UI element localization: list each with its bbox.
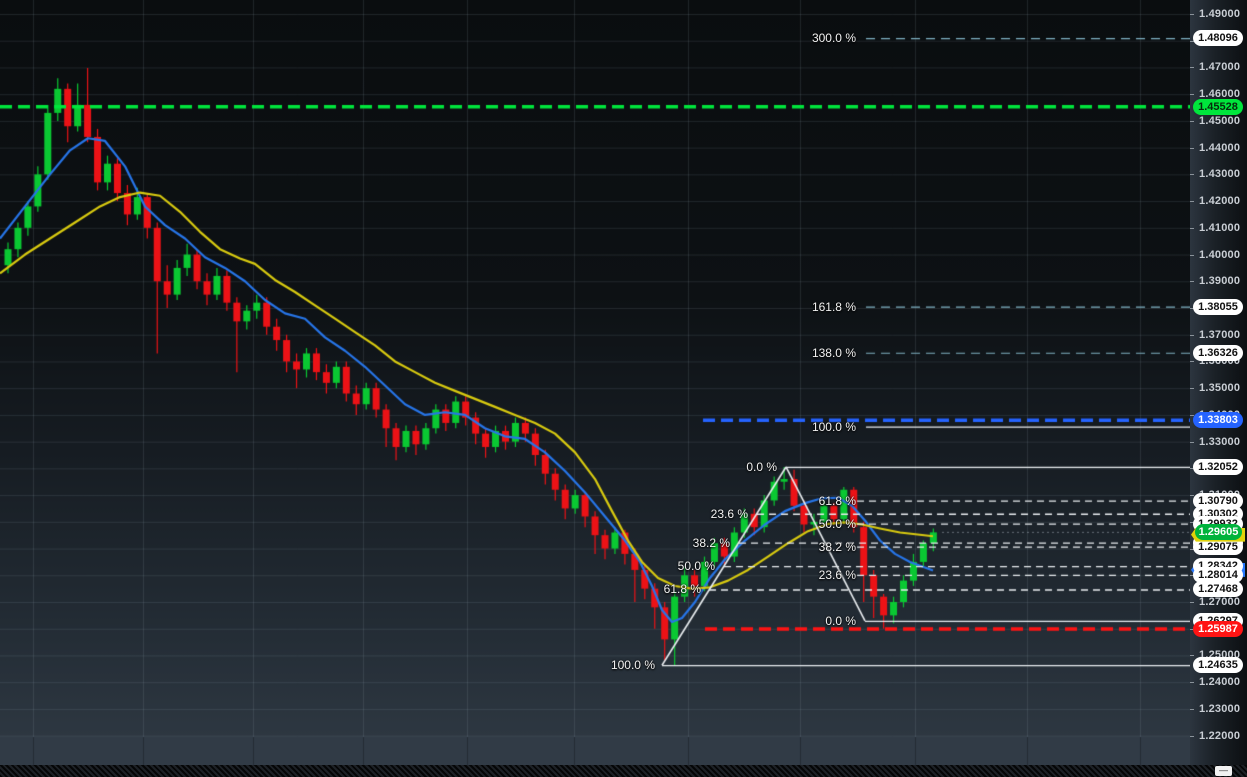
fib-price-badge: 1.32052 bbox=[1193, 458, 1243, 475]
fib-price-badge: 1.28014 bbox=[1193, 566, 1243, 583]
alert-price-badge[interactable]: 1.45528 bbox=[1193, 98, 1243, 115]
price-tick-label: 1.47000 bbox=[1199, 61, 1241, 74]
fib-price-badge: 1.36326 bbox=[1193, 344, 1243, 361]
price-tick-label: 1.33000 bbox=[1199, 435, 1241, 448]
fib-price-badge: 1.38055 bbox=[1193, 298, 1243, 315]
current-price-badge: 1.29605 bbox=[1195, 523, 1242, 540]
candlestick-chart-canvas[interactable] bbox=[0, 0, 1190, 777]
price-tick-label: 1.22000 bbox=[1199, 729, 1241, 742]
fib-level-label: 61.8 % bbox=[663, 582, 701, 597]
fib-level-label: 0.0 % bbox=[746, 459, 777, 474]
price-tick-label: 1.41000 bbox=[1199, 221, 1241, 234]
alert-price-badge[interactable]: 1.33803 bbox=[1193, 412, 1243, 429]
fib-level-label: 23.6 % bbox=[710, 506, 748, 521]
price-tick-mark bbox=[1190, 601, 1194, 603]
price-tick-mark bbox=[1190, 14, 1194, 15]
price-tick-mark bbox=[1190, 201, 1194, 203]
price-tick-label: 1.49000 bbox=[1199, 8, 1241, 20]
fib-level-label: 100.0 % bbox=[811, 419, 856, 434]
alert-price-badge[interactable]: 1.25987 bbox=[1193, 621, 1243, 638]
price-tick-label: 1.27000 bbox=[1199, 595, 1241, 608]
price-axis[interactable]: 1.490001.480001.470001.460001.450001.440… bbox=[1190, 0, 1247, 777]
trading-chart-window: 0.0 % 23.6 % 38.2 % 50.0 % 61.8 % 100.0 % 300.… bbox=[0, 0, 1247, 777]
fib-level-label: 0.0 % bbox=[825, 613, 856, 628]
collapse-axis-button[interactable]: — bbox=[1215, 766, 1232, 776]
fib-level-label: 61.8 % bbox=[818, 493, 856, 508]
fib-level-label: 38.2 % bbox=[818, 539, 856, 554]
fib-level-label: 138.0 % bbox=[811, 345, 856, 360]
price-tick-label: 1.37000 bbox=[1199, 328, 1241, 341]
price-tick-label: 1.24000 bbox=[1199, 676, 1241, 689]
time-axis-strip bbox=[0, 765, 1247, 777]
price-tick-mark bbox=[1190, 388, 1194, 390]
minimize-icon: — bbox=[1219, 765, 1228, 775]
price-tick-mark bbox=[1190, 361, 1194, 363]
fib-level-label: 50.0 % bbox=[677, 559, 715, 574]
price-tick-label: 1.42000 bbox=[1199, 195, 1241, 208]
price-tick-label: 1.45000 bbox=[1199, 114, 1241, 127]
fib-level-label: 161.8 % bbox=[811, 299, 856, 314]
price-tick-mark bbox=[1190, 281, 1194, 283]
price-tick-mark bbox=[1190, 147, 1194, 149]
fib-level-label: 100.0 % bbox=[610, 658, 655, 673]
price-tick-label: 1.43000 bbox=[1199, 168, 1241, 181]
price-tick-label: 1.44000 bbox=[1199, 141, 1241, 154]
price-tick-mark bbox=[1190, 227, 1194, 229]
fib-level-label: 300.0 % bbox=[811, 31, 856, 46]
price-tick-mark bbox=[1190, 67, 1194, 69]
price-tick-mark bbox=[1190, 94, 1194, 96]
price-tick-mark bbox=[1190, 120, 1194, 122]
fib-price-badge: 1.48096 bbox=[1193, 30, 1243, 47]
price-tick-label: 1.39000 bbox=[1199, 275, 1241, 288]
fib-price-badge: 1.24635 bbox=[1193, 657, 1243, 674]
price-tick-label: 1.40000 bbox=[1199, 248, 1241, 261]
fib-level-label: 50.0 % bbox=[818, 516, 856, 531]
price-tick-mark bbox=[1190, 735, 1194, 737]
fib-level-label: 23.6 % bbox=[818, 567, 856, 582]
fib-price-badge: 1.30790 bbox=[1193, 492, 1243, 509]
price-tick-mark bbox=[1190, 682, 1194, 684]
price-tick-mark bbox=[1190, 254, 1194, 256]
price-tick-label: 1.23000 bbox=[1199, 702, 1241, 715]
price-tick-mark bbox=[1190, 334, 1194, 336]
fib-level-label: 38.2 % bbox=[692, 535, 730, 550]
fib-price-badge: 1.27468 bbox=[1193, 581, 1243, 598]
price-tick-mark bbox=[1190, 708, 1194, 710]
price-tick-mark bbox=[1190, 441, 1194, 443]
price-tick-mark bbox=[1190, 174, 1194, 176]
price-tick-mark bbox=[1190, 655, 1194, 657]
price-tick-label: 1.35000 bbox=[1199, 382, 1241, 395]
